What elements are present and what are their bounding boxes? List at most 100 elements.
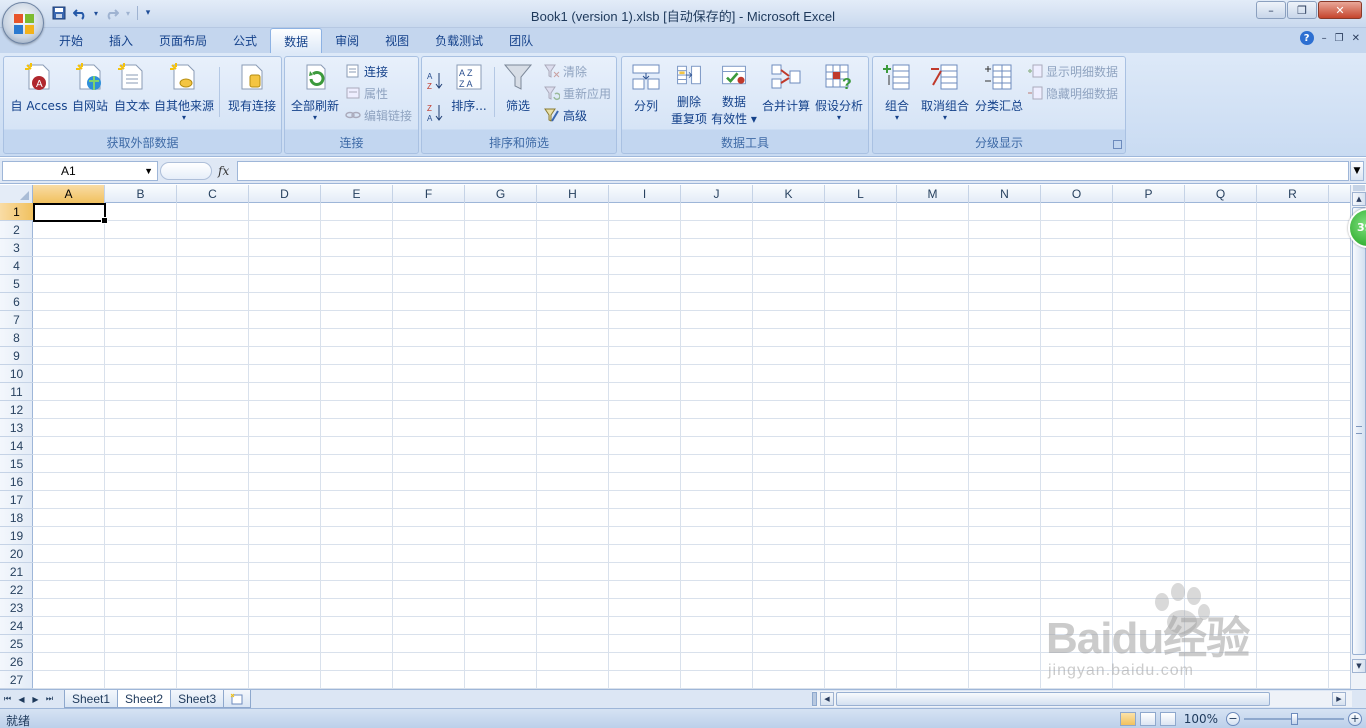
row-header-27[interactable]: 27 [0,671,33,689]
minimize-button[interactable]: – [1256,1,1286,19]
row-header-26[interactable]: 26 [0,653,33,671]
expand-formula-bar-icon[interactable]: ▼ [1350,161,1364,181]
tab-page-layout[interactable]: 页面布局 [146,28,220,53]
row-header-5[interactable]: 5 [0,275,33,293]
active-cell-a1[interactable] [33,203,108,224]
column-header-p[interactable]: P [1113,185,1185,203]
row-header-14[interactable]: 14 [0,437,33,455]
row-header-2[interactable]: 2 [0,221,33,239]
data-validation-button[interactable]: 数据 有效性 ▾ [710,59,758,127]
hide-detail-button[interactable]: 隐藏明细数据 [1027,83,1118,103]
first-sheet-icon[interactable]: ⏮ [2,692,13,706]
scroll-down-icon[interactable]: ▼ [1352,659,1366,673]
row-header-22[interactable]: 22 [0,581,33,599]
zoom-level[interactable]: 100% [1184,712,1218,726]
tab-review[interactable]: 审阅 [322,28,372,53]
row-header-17[interactable]: 17 [0,491,33,509]
from-text-button[interactable]: 自文本 [110,59,154,127]
row-header-9[interactable]: 9 [0,347,33,365]
row-header-11[interactable]: 11 [0,383,33,401]
vertical-scrollbar[interactable]: ▲ ▼ [1350,185,1366,689]
normal-view-icon[interactable] [1119,712,1136,726]
tab-insert[interactable]: 插入 [96,28,146,53]
filter-button[interactable]: 筛选 [498,59,538,127]
vertical-split-box[interactable] [1353,185,1365,191]
refresh-all-button[interactable]: 全部刷新 ▾ [287,59,343,127]
next-sheet-icon[interactable]: ▶ [30,692,41,706]
sort-descending-button[interactable]: ZA [427,103,443,123]
zoom-slider-thumb[interactable] [1291,713,1298,725]
advanced-filter-button[interactable]: 高级 [544,105,587,125]
column-header-d[interactable]: D [249,185,321,203]
tab-home[interactable]: 开始 [46,28,96,53]
column-header-n[interactable]: N [969,185,1041,203]
from-web-button[interactable]: 自网站 [68,59,112,127]
scroll-left-icon[interactable]: ◀ [820,692,834,706]
row-header-3[interactable]: 3 [0,239,33,257]
row-header-10[interactable]: 10 [0,365,33,383]
row-header-23[interactable]: 23 [0,599,33,617]
help-icon[interactable]: ? [1299,31,1314,45]
row-header-7[interactable]: 7 [0,311,33,329]
scroll-up-icon[interactable]: ▲ [1352,192,1366,206]
ungroup-button[interactable]: 取消组合 ▾ [919,59,971,127]
row-header-13[interactable]: 13 [0,419,33,437]
column-header-k[interactable]: K [753,185,825,203]
reapply-button[interactable]: 重新应用 [544,83,611,103]
name-box[interactable]: A1 ▼ [2,161,158,181]
row-header-12[interactable]: 12 [0,401,33,419]
show-detail-button[interactable]: 显示明细数据 [1027,61,1118,81]
horizontal-scrollbar[interactable]: ◀ ▶ [812,691,1352,707]
row-header-19[interactable]: 19 [0,527,33,545]
column-header-l[interactable]: L [825,185,897,203]
name-box-dropdown-icon[interactable]: ▼ [144,166,153,176]
row-header-1[interactable]: 1 [0,203,33,221]
row-header-16[interactable]: 16 [0,473,33,491]
restore-button[interactable]: ❐ [1287,1,1317,19]
workbook-restore-icon[interactable]: ❐ [1335,33,1344,44]
edit-links-button[interactable]: 编辑链接 [345,105,412,125]
row-header-6[interactable]: 6 [0,293,33,311]
formula-input[interactable] [237,161,1349,181]
tab-view[interactable]: 视图 [372,28,422,53]
text-to-columns-button[interactable]: 分列 [626,59,666,127]
existing-connections-button[interactable]: 现有连接 [224,59,280,127]
column-header-b[interactable]: B [105,185,177,203]
remove-duplicates-button[interactable]: 删除 重复项 [668,59,710,127]
scroll-right-icon[interactable]: ▶ [1332,692,1346,706]
sort-button[interactable]: A ZZ A 排序... [448,59,490,127]
sheet-tab-sheet3[interactable]: Sheet3 [170,690,225,708]
tab-team[interactable]: 团队 [496,28,546,53]
row-header-24[interactable]: 24 [0,617,33,635]
workbook-minimize-icon[interactable]: – [1322,33,1327,44]
vertical-scroll-thumb[interactable] [1352,207,1366,655]
outline-dialog-launcher-icon[interactable] [1113,140,1122,149]
column-header-e[interactable]: E [321,185,393,203]
zoom-slider[interactable] [1244,712,1344,726]
row-header-21[interactable]: 21 [0,563,33,581]
column-header-h[interactable]: H [537,185,609,203]
insert-function-icon[interactable]: fx [218,164,229,178]
horizontal-split-box[interactable] [812,692,817,706]
column-header-f[interactable]: F [393,185,465,203]
column-header-q[interactable]: Q [1185,185,1257,203]
tab-formulas[interactable]: 公式 [220,28,270,53]
column-header-a[interactable]: A [33,185,105,203]
properties-button[interactable]: 属性 [345,83,388,103]
connections-button[interactable]: 连接 [345,61,388,81]
workbook-close-icon[interactable]: ✕ [1352,33,1360,44]
column-header-o[interactable]: O [1041,185,1113,203]
office-button[interactable] [2,2,44,44]
column-header-j[interactable]: J [681,185,753,203]
row-header-4[interactable]: 4 [0,257,33,275]
column-header-m[interactable]: M [897,185,969,203]
from-access-button[interactable]: A 自 Access [8,59,70,127]
row-header-25[interactable]: 25 [0,635,33,653]
page-layout-view-icon[interactable] [1139,712,1156,726]
zoom-in-icon[interactable]: + [1348,712,1362,726]
column-header-c[interactable]: C [177,185,249,203]
from-other-sources-button[interactable]: 自其他来源 ▾ [152,59,216,127]
sort-ascending-button[interactable]: AZ [427,71,443,91]
zoom-out-icon[interactable]: − [1226,712,1240,726]
tab-data[interactable]: 数据 [270,28,323,53]
